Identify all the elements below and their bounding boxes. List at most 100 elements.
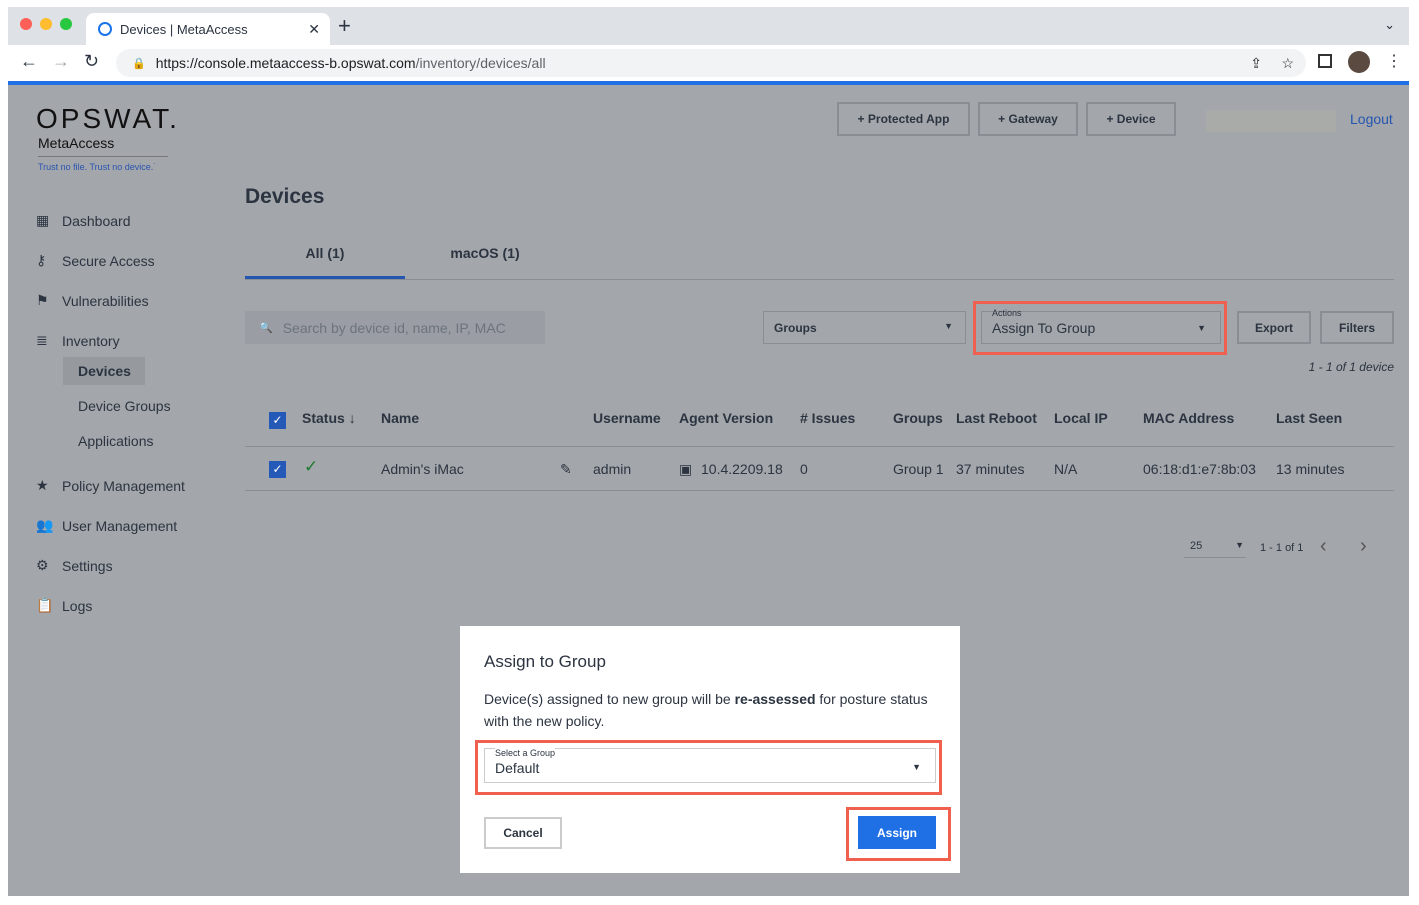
- nav-label: Policy Management: [62, 477, 185, 494]
- prev-page-icon[interactable]: ‹: [1320, 535, 1327, 558]
- chevron-down-icon: ▼: [912, 762, 921, 772]
- sidebar-item-logs[interactable]: 📋 Logs: [36, 597, 92, 614]
- group-select[interactable]: Select a Group Default ▼: [484, 748, 936, 783]
- list-icon: ≣: [36, 332, 48, 348]
- search-icon: 🔍: [259, 322, 273, 334]
- actions-dropdown[interactable]: Actions Assign To Group ▼: [981, 308, 1221, 344]
- nav-label: Inventory: [62, 332, 120, 349]
- edit-pencil-icon[interactable]: ✎: [560, 461, 572, 478]
- tabs-divider: [245, 279, 1394, 280]
- browser-tab[interactable]: Devices | MetaAccess ✕: [86, 13, 330, 45]
- sidebar-sub-applications[interactable]: Applications: [78, 433, 154, 449]
- sidebar-item-user-management[interactable]: 👥 User Management: [36, 517, 177, 534]
- minimize-window-button[interactable]: [40, 18, 52, 30]
- gear-icon: ⚙: [36, 557, 49, 573]
- select-all-checkbox[interactable]: ✓: [269, 412, 286, 429]
- status-check-icon: ✓: [304, 457, 319, 476]
- username: admin: [593, 461, 632, 477]
- agent-version: 10.4.2209.18: [701, 461, 783, 477]
- header-mac-address[interactable]: MAC Address: [1143, 410, 1234, 426]
- assign-group-dialog: Assign to Group Device(s) assigned to ne…: [460, 626, 960, 873]
- header-groups[interactable]: Groups: [893, 410, 943, 426]
- tagline: Trust no file. Trust no device.˙: [38, 162, 157, 172]
- sidebar-item-policy-management[interactable]: ★ Policy Management: [36, 477, 185, 494]
- sidebar-item-inventory[interactable]: ≣ Inventory: [36, 332, 120, 349]
- device-count: 1 - 1 of 1 device: [1308, 360, 1394, 374]
- browser-menu-icon[interactable]: ⋮: [1386, 51, 1402, 71]
- header-issues[interactable]: # Issues: [800, 410, 855, 426]
- cancel-button[interactable]: Cancel: [484, 817, 562, 849]
- last-reboot: 37 minutes: [956, 461, 1025, 477]
- chevron-down-icon: ▼: [944, 321, 953, 331]
- header-username[interactable]: Username: [593, 410, 661, 426]
- page-title: Devices: [245, 185, 325, 208]
- address-bar-row: ← → ↻ 🔒 https://console.metaaccess-b.ops…: [8, 45, 1409, 81]
- loading-icon: [98, 22, 112, 36]
- assign-button[interactable]: Assign: [858, 816, 936, 849]
- opswat-logo: OPSWAT.: [36, 103, 180, 134]
- export-button[interactable]: Export: [1237, 311, 1311, 344]
- actions-label: Actions: [992, 308, 1022, 318]
- filters-button[interactable]: Filters: [1320, 311, 1394, 344]
- sidebar-sub-devices[interactable]: Devices: [63, 357, 145, 385]
- pagination-range: 1 - 1 of 1: [1260, 542, 1304, 554]
- per-page-select[interactable]: 25 ▼: [1184, 540, 1246, 558]
- forward-icon[interactable]: →: [52, 51, 70, 72]
- local-ip: N/A: [1054, 461, 1078, 477]
- sidebar-item-settings[interactable]: ⚙ Settings: [36, 557, 113, 574]
- header-agent-version[interactable]: Agent Version: [679, 410, 773, 426]
- header-last-reboot[interactable]: Last Reboot: [956, 410, 1037, 426]
- nav-label: Settings: [62, 557, 113, 574]
- sort-down-icon: ↓: [348, 410, 356, 426]
- close-window-button[interactable]: [20, 18, 32, 30]
- clipboard-icon: 📋: [36, 597, 54, 613]
- nav-label: Vulnerabilities: [62, 292, 149, 309]
- header-local-ip[interactable]: Local IP: [1054, 410, 1108, 426]
- sidebar-item-dashboard[interactable]: ▦ Dashboard: [36, 212, 131, 229]
- divider: [245, 490, 1394, 491]
- dialog-description: Device(s) assigned to new group will be …: [484, 688, 944, 732]
- browser-tab-strip: Devices | MetaAccess ✕ + ⌄: [8, 7, 1409, 45]
- device-name[interactable]: Admin's iMac: [381, 461, 464, 477]
- tab-title: Devices | MetaAccess: [120, 21, 248, 37]
- share-icon[interactable]: ⇪: [1250, 55, 1262, 72]
- tab-all[interactable]: All (1): [245, 245, 405, 279]
- sidepanel-icon[interactable]: [1318, 54, 1332, 68]
- next-page-icon[interactable]: ›: [1360, 535, 1367, 558]
- logout-link[interactable]: Logout: [1350, 111, 1393, 127]
- profile-avatar[interactable]: [1348, 51, 1370, 73]
- per-page-value: 25: [1190, 540, 1203, 552]
- add-protected-app-button[interactable]: + Protected App: [837, 102, 970, 136]
- select-label: Select a Group: [495, 748, 556, 758]
- sidebar-sub-device-groups[interactable]: Device Groups: [78, 398, 171, 414]
- close-tab-icon[interactable]: ✕: [308, 21, 320, 38]
- issues-count: 0: [800, 461, 808, 477]
- text-bold: re-assessed: [734, 691, 816, 707]
- zoom-window-button[interactable]: [60, 18, 72, 30]
- header-name[interactable]: Name: [381, 410, 419, 426]
- bookmark-star-icon[interactable]: ☆: [1281, 55, 1294, 72]
- star-icon: ★: [36, 477, 49, 493]
- select-value: Default: [495, 760, 540, 776]
- groups-label: Groups: [774, 321, 817, 335]
- groups-dropdown[interactable]: Groups ▼: [763, 311, 966, 344]
- url-input[interactable]: 🔒 https://console.metaaccess-b.opswat.co…: [116, 49, 1306, 77]
- tab-macos[interactable]: macOS (1): [405, 245, 565, 279]
- sidebar-item-secure-access[interactable]: ⚷ Secure Access: [36, 252, 155, 269]
- chevron-down-icon: ▼: [1197, 323, 1206, 333]
- add-device-button[interactable]: + Device: [1086, 102, 1176, 136]
- nav-label: Dashboard: [62, 212, 131, 229]
- nav-label: Logs: [62, 597, 93, 614]
- add-gateway-button[interactable]: + Gateway: [978, 102, 1078, 136]
- chevron-down-icon: ▼: [1235, 540, 1244, 550]
- tab-list-chevron-icon[interactable]: ⌄: [1384, 17, 1395, 33]
- back-icon[interactable]: ←: [20, 51, 38, 72]
- sidebar-item-vulnerabilities[interactable]: ⚑ Vulnerabilities: [36, 292, 149, 309]
- header-last-seen[interactable]: Last Seen: [1276, 410, 1342, 426]
- row-checkbox[interactable]: ✓: [269, 461, 286, 478]
- reload-icon[interactable]: ↻: [84, 51, 99, 72]
- new-tab-button[interactable]: +: [338, 13, 351, 39]
- search-input[interactable]: 🔍 Search by device id, name, IP, MAC: [245, 311, 545, 344]
- header-status[interactable]: Status ↓: [302, 410, 356, 426]
- product-name: MetaAccess: [38, 135, 168, 157]
